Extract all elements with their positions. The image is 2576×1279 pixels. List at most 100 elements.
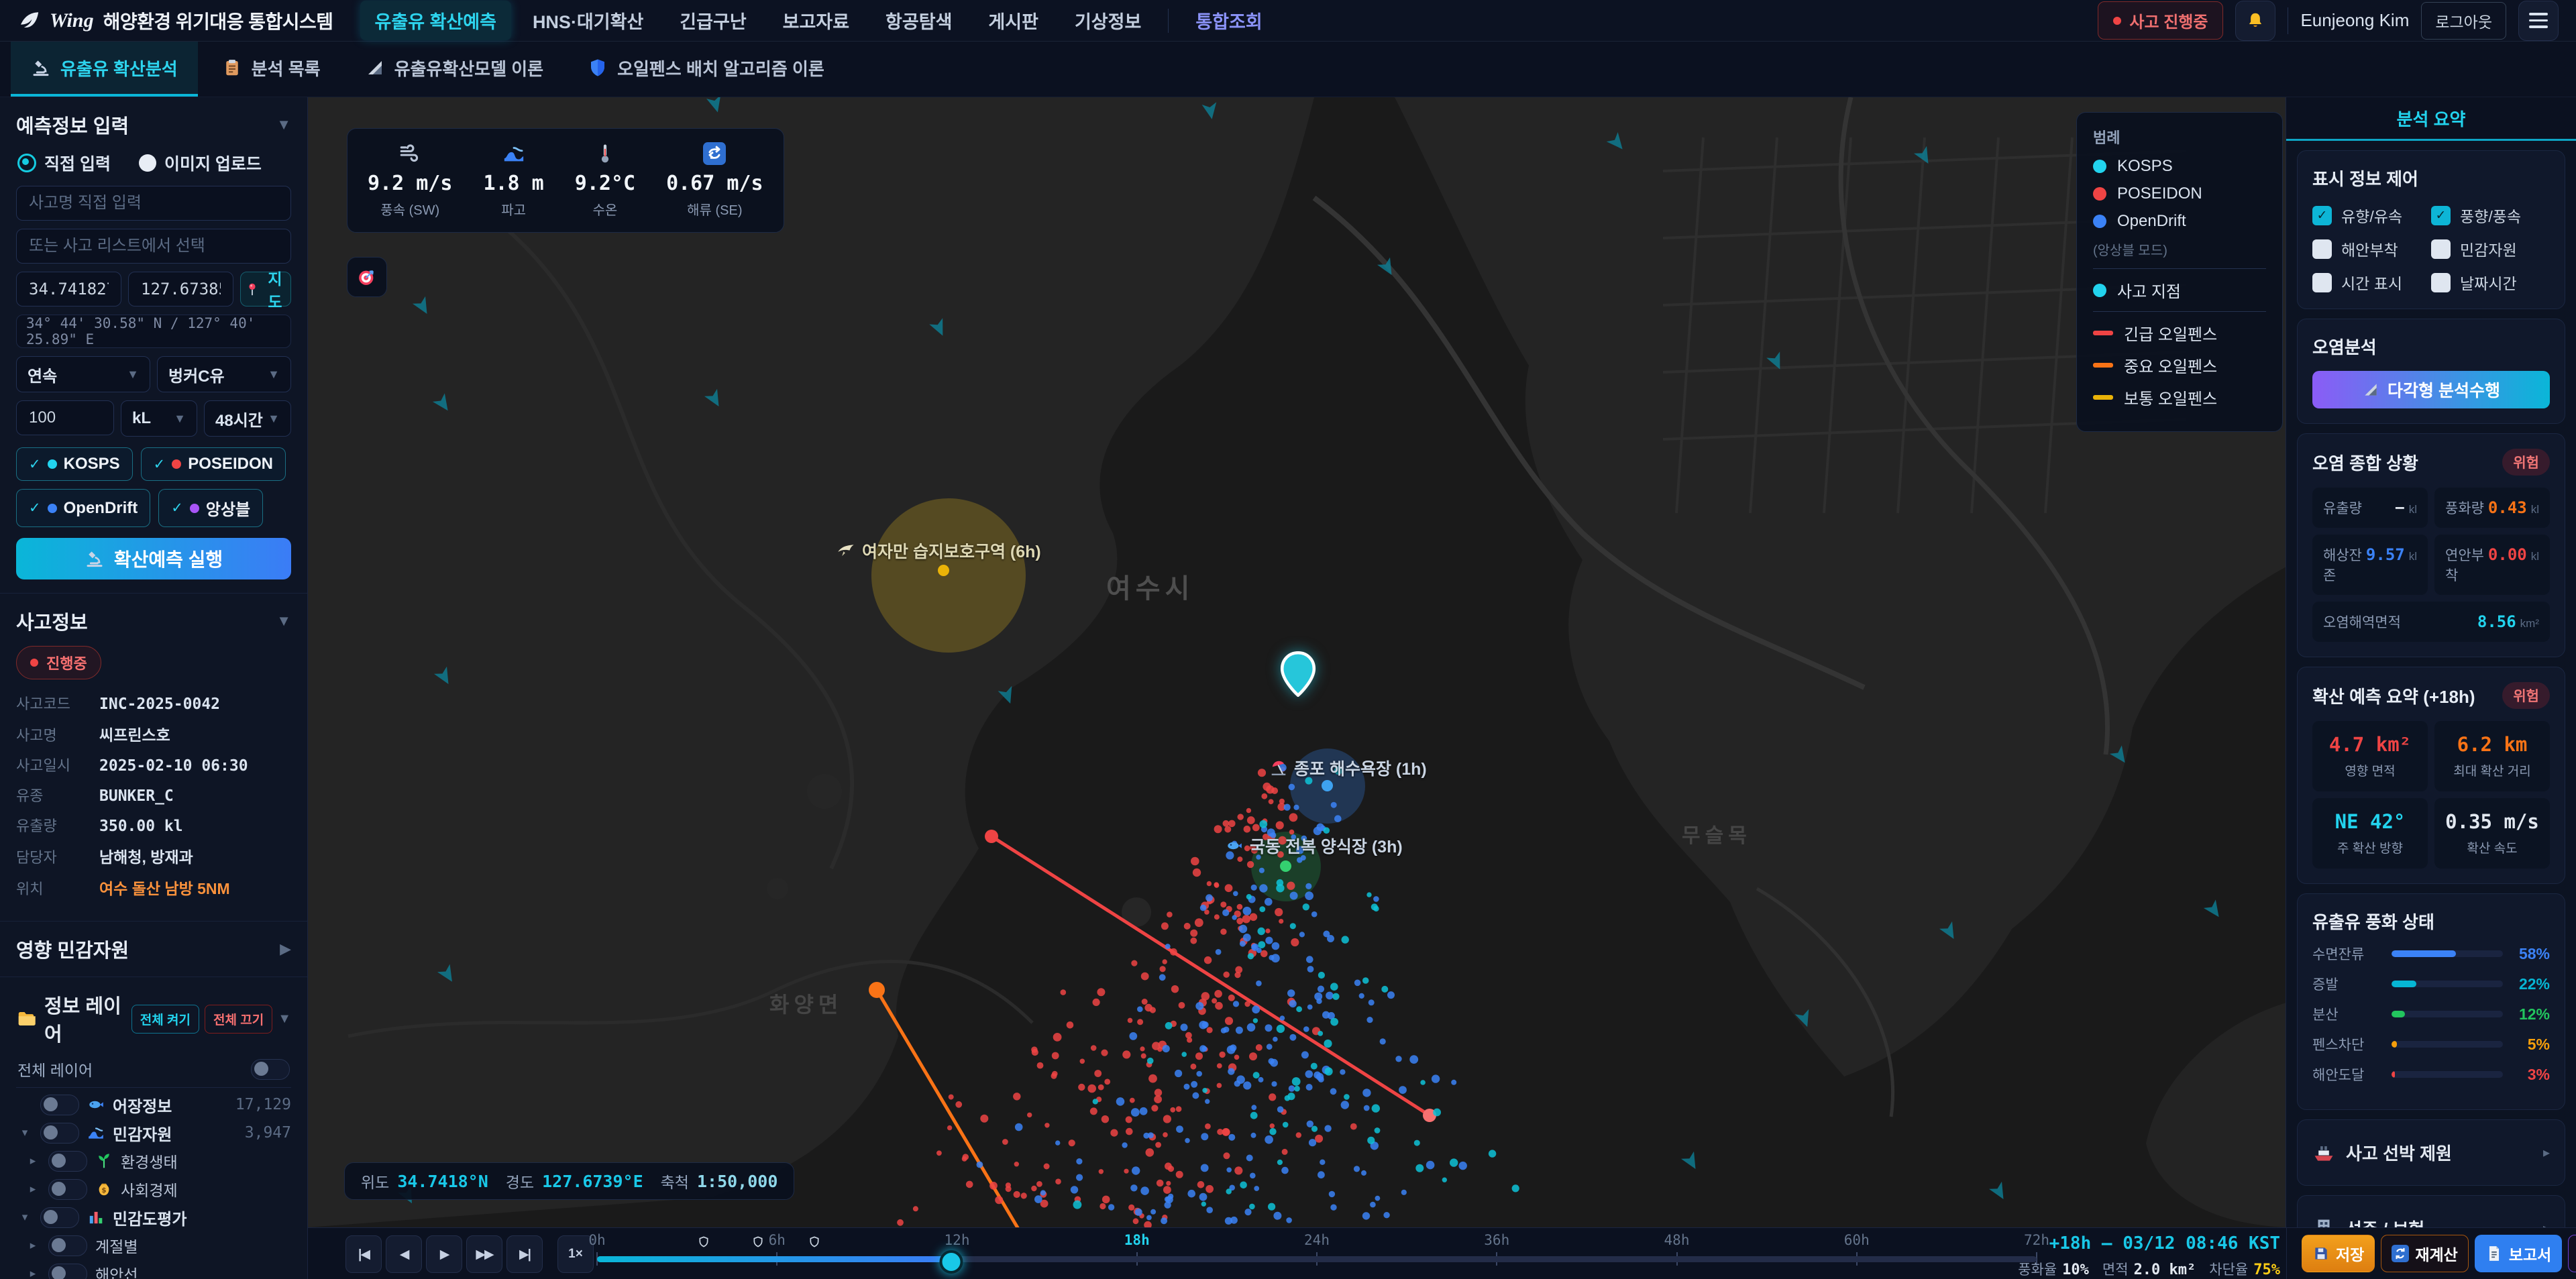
duration-select[interactable]: 48시간▼	[204, 400, 291, 437]
layer-toggle[interactable]	[48, 1235, 87, 1256]
coordinates-dms-display: 34° 44' 30.58" N / 127° 40' 25.89" E	[16, 315, 291, 348]
forecast-value: 6.2 km	[2441, 733, 2543, 756]
incident-section-header[interactable]: 사고정보 ▼	[16, 607, 291, 635]
model-chip-kosps[interactable]: ✓KOSPS	[16, 447, 133, 481]
layers-all-on-button[interactable]: 전체 켜기	[131, 1005, 199, 1034]
logout-button[interactable]: 로그아웃	[2421, 2, 2506, 40]
nav-item-1[interactable]: 유출유 확산예측	[360, 1, 511, 40]
fast-forward-button[interactable]: ▶▶	[466, 1235, 502, 1273]
layer-toggle[interactable]	[48, 1264, 87, 1279]
chevron-right-icon[interactable]: ▸	[25, 1267, 40, 1279]
radio-image-upload[interactable]: 이미지 업로드	[139, 151, 262, 175]
action-button-보고서[interactable]: 보고서	[2475, 1235, 2562, 1272]
step-back-button[interactable]: ◀	[386, 1235, 422, 1273]
chart-icon	[87, 1209, 105, 1226]
display-option-풍향/풍속[interactable]: ✓풍향/풍속	[2431, 204, 2550, 227]
layer-toggle[interactable]	[48, 1151, 87, 1172]
display-option-해안부착[interactable]: 해안부착	[2312, 237, 2431, 260]
map-canvas[interactable]: 여수시 화양면 무슬목 여자만 습지보호구역 (6h) 종포 해수욕장 (1h)…	[308, 97, 2286, 1227]
pick-on-map-button[interactable]: 지도	[240, 272, 291, 307]
latitude-input[interactable]	[16, 272, 121, 307]
weather-value: 9.2°C	[575, 172, 635, 195]
chevron-right-icon[interactable]: ▸	[25, 1239, 40, 1252]
layer-toggle[interactable]	[40, 1095, 79, 1115]
plant-icon	[95, 1152, 113, 1170]
card-owner-insurance[interactable]: 선주 / 보험 ▸	[2297, 1195, 2565, 1227]
unit-select[interactable]: kL▼	[121, 400, 197, 437]
weathering-percent: 58%	[2512, 945, 2550, 963]
forecast-stat-영향 면적: 4.7 km²영향 면적	[2312, 721, 2428, 791]
layers-all-off-button[interactable]: 전체 끄기	[205, 1005, 272, 1034]
nav-item-3[interactable]: 긴급구난	[665, 1, 761, 40]
card-vessel-specs[interactable]: 사고 선박 제원 ▸	[2297, 1119, 2565, 1186]
action-button-저장[interactable]: 저장	[2302, 1235, 2375, 1272]
display-option-날짜시간[interactable]: 날짜시간	[2431, 271, 2550, 294]
model-chip-앙상블[interactable]: ✓앙상블	[158, 489, 263, 527]
prediction-section-header[interactable]: 예측정보 입력 ▼	[16, 111, 291, 139]
check-icon: ✓	[171, 500, 183, 516]
timeline-handle[interactable]	[939, 1250, 963, 1274]
legend-fence-row: 중요 오일펜스	[2093, 353, 2266, 377]
tab-1[interactable]: 유출유 확산분석	[11, 42, 198, 97]
run-prediction-button[interactable]: 확산예측 실행	[16, 538, 291, 579]
nav-item-2[interactable]: HNS·대기확산	[518, 1, 658, 40]
radio-direct-input[interactable]: 직접 입력	[17, 151, 111, 175]
display-option-시간 표시[interactable]: 시간 표시	[2312, 271, 2431, 294]
chevron-right-icon[interactable]: ▸	[25, 1154, 40, 1168]
display-option-label: 해안부착	[2341, 237, 2398, 260]
scale-value: 1:50,000	[697, 1172, 777, 1191]
shield-icon	[588, 58, 608, 78]
nav-item-4[interactable]: 보고자료	[768, 1, 864, 40]
toggle-knob	[52, 1182, 66, 1196]
menu-button[interactable]	[2518, 1, 2559, 41]
notifications-button[interactable]	[2235, 1, 2275, 41]
spill-amount-input[interactable]	[16, 400, 114, 435]
display-option-민감자원[interactable]: 민감자원	[2431, 237, 2550, 260]
incident-alert-badge[interactable]: 사고 진행중	[2098, 1, 2223, 40]
model-chip-opendrift[interactable]: ✓OpenDrift	[16, 489, 150, 527]
display-option-유향/유속[interactable]: ✓유향/유속	[2312, 204, 2431, 227]
main-nav: 유출유 확산예측HNS·대기확산긴급구난보고자료항공탐색게시판기상정보 통합조회	[360, 1, 2098, 40]
recenter-target-button[interactable]	[347, 257, 387, 297]
master-layer-toggle[interactable]	[251, 1059, 290, 1080]
tab-3[interactable]: 유출유확산모델 이론	[345, 42, 564, 97]
nav-item-8[interactable]: 통합조회	[1181, 1, 1277, 40]
legend-model-label: OpenDrift	[2117, 212, 2186, 231]
polygon-analysis-button[interactable]: 다각형 분석수행	[2312, 371, 2550, 408]
spill-type-select[interactable]: 연속▼	[16, 356, 150, 392]
longitude-input[interactable]	[128, 272, 233, 307]
tab-2[interactable]: 분석 목록	[202, 42, 341, 97]
action-button-재계산[interactable]: 재계산	[2381, 1235, 2468, 1272]
impact-section-header[interactable]: 영향 민감자원 ▶	[16, 935, 291, 963]
tab-4[interactable]: 오일펜스 배치 알고리즘 이론	[568, 42, 845, 97]
action-button-역추적[interactable]: 역추적	[2568, 1235, 2576, 1272]
zone-beach-dot	[1322, 780, 1333, 791]
nav-item-6[interactable]: 게시판	[973, 1, 1053, 40]
nav-item-5[interactable]: 항공탐색	[871, 1, 967, 40]
wave-icon	[502, 142, 525, 165]
oil-type-select[interactable]: 벙커C유▼	[157, 356, 291, 392]
nav-item-7[interactable]: 기상정보	[1060, 1, 1156, 40]
incident-row: 유출량350.00 kl	[16, 814, 291, 836]
legend-model-row: OpenDrift	[2093, 212, 2266, 231]
model-chip-poseidon[interactable]: ✓POSEIDON	[141, 447, 286, 481]
skip-start-button[interactable]: |◀	[345, 1235, 382, 1273]
chevron-down-icon[interactable]: ▾	[17, 1126, 32, 1139]
layer-toggle[interactable]	[40, 1123, 79, 1144]
skip-end-button[interactable]: ▶|	[506, 1235, 543, 1273]
duration-value: 48시간	[215, 407, 263, 431]
layer-toggle[interactable]	[48, 1179, 87, 1200]
chevron-down-icon[interactable]: ▾	[17, 1211, 32, 1224]
bell-icon	[2245, 11, 2265, 31]
fence-line-icon	[2093, 395, 2113, 400]
incident-name-input[interactable]	[16, 186, 291, 221]
incident-title: 사고정보	[16, 607, 88, 635]
play-button[interactable]: ▶	[426, 1235, 462, 1273]
incident-location-pin[interactable]	[1279, 651, 1317, 697]
incident-list-input[interactable]	[16, 229, 291, 264]
chevron-right-icon[interactable]: ▸	[25, 1182, 40, 1196]
legend-fence-row: 보통 오일펜스	[2093, 386, 2266, 409]
layer-toggle[interactable]	[40, 1207, 79, 1228]
fish-icon	[1226, 837, 1243, 854]
bird-icon	[837, 541, 855, 560]
